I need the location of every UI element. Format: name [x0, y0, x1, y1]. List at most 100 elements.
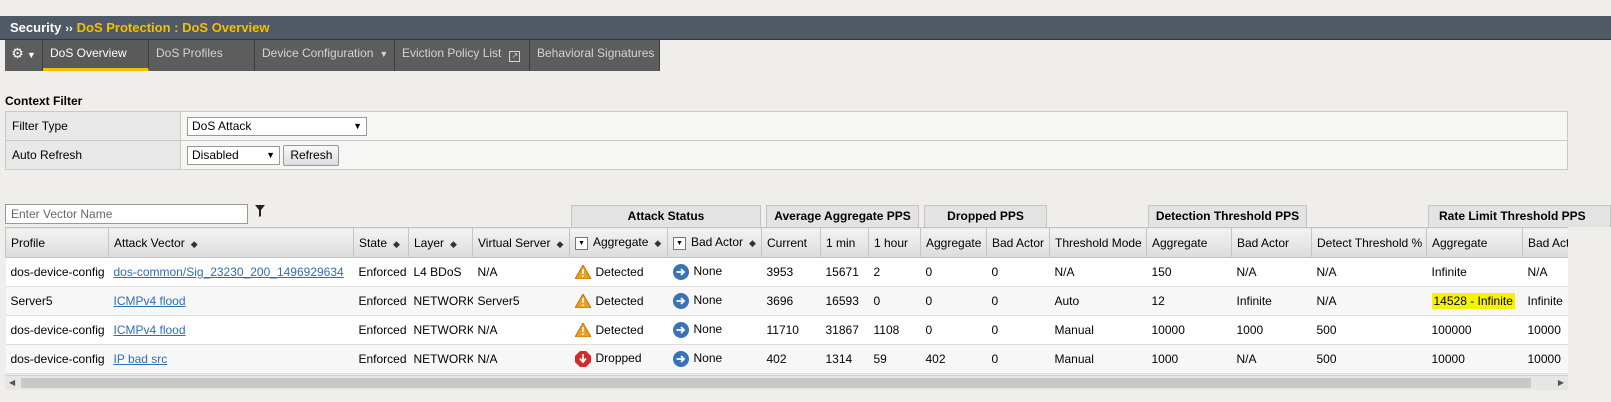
- cell-rate-limit-bad-actor: Infinite: [1522, 286, 1568, 316]
- warning-icon: [574, 323, 591, 338]
- column-header-detection-aggregate[interactable]: Aggregate: [1146, 227, 1232, 258]
- cell-detect-threshold-percent: 500: [1311, 344, 1427, 374]
- tab-label: DoS Profiles: [156, 46, 223, 60]
- cell-rate-limit-bad-actor: 10000: [1522, 344, 1568, 374]
- cell-dropped-bad-actor: 0: [986, 315, 1050, 345]
- column-header-detection-bad-actor[interactable]: Bad Actor: [1231, 227, 1312, 258]
- cell-value: 1000: [1151, 352, 1179, 366]
- cell-attack-vector: ICMPv4 flood: [108, 315, 354, 345]
- sort-icon: ◆: [393, 238, 400, 249]
- column-header-current[interactable]: Current: [761, 227, 821, 258]
- auto-refresh-select[interactable]: Disabled ▼: [187, 145, 280, 165]
- cell-status-bad-actor: None: [667, 286, 762, 316]
- breadcrumb-current: DoS Protection : DoS Overview: [76, 20, 270, 35]
- column-filter-dropdown-icon[interactable]: ▼: [673, 236, 686, 250]
- cell-value: 10000: [1151, 323, 1185, 337]
- cell-rate-limit-aggregate: 100000: [1426, 315, 1523, 345]
- column-header-1-hour[interactable]: 1 hour: [868, 227, 921, 258]
- attack-vector-link[interactable]: ICMPv4 flood: [114, 323, 186, 337]
- tab-dos-profiles[interactable]: DoS Profiles: [149, 40, 255, 71]
- table-row[interactable]: dos-device-config ICMPv4 flood Enforced NET…: [5, 315, 1568, 345]
- status-text: Detected: [595, 264, 644, 279]
- filter-type-value: DoS Attack: [192, 118, 252, 133]
- attack-vector-link[interactable]: dos-common/Sig_23230_200_1496929634: [114, 265, 344, 279]
- cell-value: 150: [1151, 265, 1172, 279]
- tab-behavioral-signatures[interactable]: Behavioral Signatures: [530, 40, 660, 71]
- cell-value: Server5: [10, 294, 53, 308]
- cell-value: 11710: [766, 323, 799, 337]
- column-header-status-bad-actor[interactable]: ▼ Bad Actor ◆: [667, 227, 762, 258]
- cell-virtual-server: N/A: [472, 257, 570, 287]
- cell-value: 0: [991, 294, 999, 308]
- group-dropped-pps: Dropped PPS: [924, 205, 1047, 227]
- column-header-dropped-aggregate[interactable]: Aggregate: [920, 227, 987, 258]
- column-header-threshold-mode[interactable]: Threshold Mode: [1049, 227, 1147, 258]
- status-text: Dropped: [595, 351, 642, 366]
- warning-icon: [574, 265, 591, 280]
- column-header-rate-limit-bad-actor[interactable]: Bad Actor: [1522, 227, 1568, 258]
- breadcrumb-root[interactable]: Security: [10, 20, 61, 35]
- tab-bar: ⚙ ▼ DoS Overview DoS Profiles Device Conf…: [5, 40, 660, 72]
- attack-vector-link[interactable]: IP bad src: [114, 352, 168, 366]
- table-row[interactable]: Server5 ICMPv4 flood Enforced NETWORK Server…: [5, 286, 1568, 316]
- auto-refresh-label: Auto Refresh: [5, 140, 181, 170]
- column-header-dropped-bad-actor[interactable]: Bad Actor: [986, 227, 1050, 258]
- cell-value: dos-device-config: [10, 352, 105, 366]
- cell-value: 402: [925, 352, 946, 366]
- cell-attack-vector: ICMPv4 flood: [108, 286, 354, 316]
- horizontal-scrollbar[interactable]: ◀ ▶: [5, 375, 1568, 390]
- group-average-aggregate-pps: Average Aggregate PPS: [766, 205, 919, 227]
- cell-value: Infinite: [1431, 265, 1467, 279]
- cell-value: 0: [991, 323, 999, 337]
- attack-vector-link[interactable]: ICMPv4 flood: [114, 294, 186, 308]
- scroll-left-icon[interactable]: ◀: [9, 376, 15, 390]
- table-row[interactable]: dos-device-config dos-common/Sig_23230_20…: [5, 257, 1568, 287]
- vector-name-search-input[interactable]: [5, 204, 248, 224]
- scroll-right-icon[interactable]: ▶: [1558, 376, 1564, 390]
- cell-value: 3953: [766, 265, 794, 279]
- cell-status-aggregate: Detected: [569, 315, 668, 345]
- column-header-profile[interactable]: Profile: [5, 227, 109, 258]
- column-header-attack-vector[interactable]: Attack Vector ◆: [108, 227, 354, 258]
- filter-funnel-icon[interactable]: [255, 205, 265, 217]
- column-label: Bad Actor: [992, 235, 1045, 250]
- column-header-status-aggregate[interactable]: ▼ Aggregate ◆: [569, 227, 668, 258]
- cell-layer: NETWORK: [408, 344, 473, 374]
- dos-overview-grid: Profile Attack Vector ◆ State ◆ Layer ◆ Vir…: [5, 227, 1568, 374]
- cell-dropped-bad-actor: 0: [986, 286, 1050, 316]
- column-label: 1 hour: [874, 235, 909, 250]
- cell-value: N/A: [1236, 265, 1257, 279]
- cell-dropped-aggregate: 0: [920, 286, 987, 316]
- column-label: Aggregate: [593, 235, 649, 250]
- cell-state: Enforced: [353, 344, 409, 374]
- tab-eviction-policy-list[interactable]: Eviction Policy List ↗: [395, 40, 530, 71]
- settings-menu-button[interactable]: ⚙ ▼: [5, 40, 43, 71]
- column-header-state[interactable]: State ◆: [353, 227, 409, 258]
- refresh-button[interactable]: Refresh: [283, 144, 340, 166]
- column-header-layer[interactable]: Layer ◆: [408, 227, 473, 258]
- cell-value: 10000: [1527, 323, 1561, 337]
- column-header-rate-limit-aggregate[interactable]: Aggregate: [1426, 227, 1523, 258]
- filter-type-select[interactable]: DoS Attack ▼: [187, 116, 367, 136]
- cell-value: dos-device-config: [10, 323, 105, 337]
- table-row[interactable]: dos-device-config IP bad src Enforced NETWO…: [5, 344, 1568, 374]
- cell-status-bad-actor: None: [667, 344, 762, 374]
- cell-value: N/A: [477, 352, 498, 366]
- cell-value: Enforced: [358, 294, 407, 308]
- column-filter-dropdown-icon[interactable]: ▼: [575, 236, 588, 250]
- column-header-virtual-server[interactable]: Virtual Server ◆: [472, 227, 570, 258]
- arrow-right-circle-icon: [672, 351, 689, 367]
- column-header-detect-threshold-percent[interactable]: Detect Threshold %: [1311, 227, 1427, 258]
- status-text: None: [693, 264, 723, 279]
- sort-icon: ◆: [654, 238, 662, 249]
- column-header-1-min[interactable]: 1 min: [820, 227, 869, 258]
- auto-refresh-value: Disabled: [192, 147, 239, 162]
- tab-device-configuration[interactable]: Device Configuration ▼: [255, 40, 395, 71]
- scrollbar-thumb[interactable]: [21, 378, 1531, 388]
- filter-type-label: Filter Type: [5, 111, 181, 141]
- sort-icon: ◆: [556, 238, 564, 249]
- tab-label: Behavioral Signatures: [537, 46, 655, 60]
- status-text: None: [693, 351, 723, 366]
- column-label: State: [359, 235, 388, 250]
- tab-dos-overview[interactable]: DoS Overview: [43, 40, 149, 71]
